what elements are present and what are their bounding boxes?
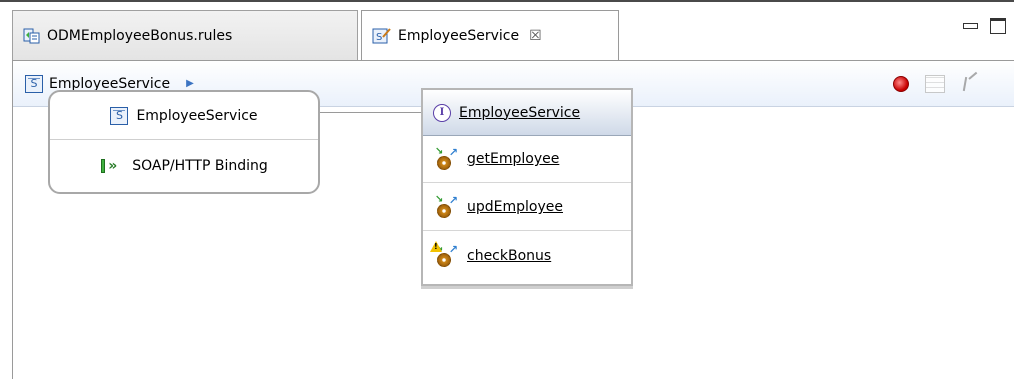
operation-gear-icon: ↘ ↗ (435, 195, 459, 219)
breadcrumb-arrow-icon[interactable]: ▶ (186, 78, 194, 89)
close-icon[interactable]: ☒ (529, 28, 542, 44)
editor-toolbar (893, 75, 981, 93)
interface-name-link[interactable]: EmployeeService (459, 105, 580, 121)
minimize-icon[interactable] (962, 18, 978, 34)
wire-connector[interactable] (320, 112, 422, 113)
connect-icon[interactable] (961, 75, 981, 93)
export-component[interactable]: S EmployeeService » SOAP/HTTP Binding (48, 90, 320, 194)
interface-header[interactable]: I EmployeeService (423, 90, 631, 136)
tab-label: EmployeeService (398, 27, 520, 44)
tab-employee-service[interactable]: S EmployeeService ☒ (361, 10, 619, 60)
binding-label: SOAP/HTTP Binding (132, 158, 268, 174)
operation-row[interactable]: ↘ ↗ updEmployee (423, 184, 631, 231)
service-s-icon: S (25, 74, 43, 93)
operation-link[interactable]: checkBonus (467, 248, 551, 264)
record-icon[interactable] (893, 76, 909, 92)
service-s-icon: S (110, 106, 129, 125)
svg-text:S: S (376, 32, 382, 43)
binding-row[interactable]: » SOAP/HTTP Binding (50, 142, 318, 190)
tab-odm-employee-bonus-rules[interactable]: ODMEmployeeBonus.rules (12, 10, 358, 60)
operation-gear-icon: ↘ ↗ (435, 147, 459, 171)
warning-icon (430, 240, 442, 252)
interface-icon: I (433, 103, 451, 122)
tab-bar-top-border (0, 0, 1014, 2)
operation-link[interactable]: getEmployee (467, 151, 559, 167)
operation-gear-icon: ↘ ↗ (430, 240, 459, 268)
table-icon[interactable] (925, 75, 945, 93)
soap-binding-icon: » (100, 157, 124, 175)
interface-shadow (421, 286, 633, 289)
operation-row[interactable]: ↘↗ checkBonus (423, 232, 631, 279)
editor-tab-bar: ODMEmployeeBonus.rules S EmployeeService… (0, 0, 1014, 60)
export-name: EmployeeService (136, 107, 258, 124)
tab-label: ODMEmployeeBonus.rules (47, 27, 233, 44)
export-name-row[interactable]: S EmployeeService (50, 92, 318, 140)
operation-row[interactable]: ↘ ↗ getEmployee (423, 136, 631, 183)
interface-component[interactable]: I EmployeeService ↘ ↗ getEmployee ↘ ↗ updE… (421, 88, 633, 286)
service-editor-icon: S (372, 27, 392, 45)
rules-file-icon (23, 27, 41, 45)
operation-link[interactable]: updEmployee (467, 199, 563, 215)
maximize-icon[interactable] (990, 18, 1006, 34)
